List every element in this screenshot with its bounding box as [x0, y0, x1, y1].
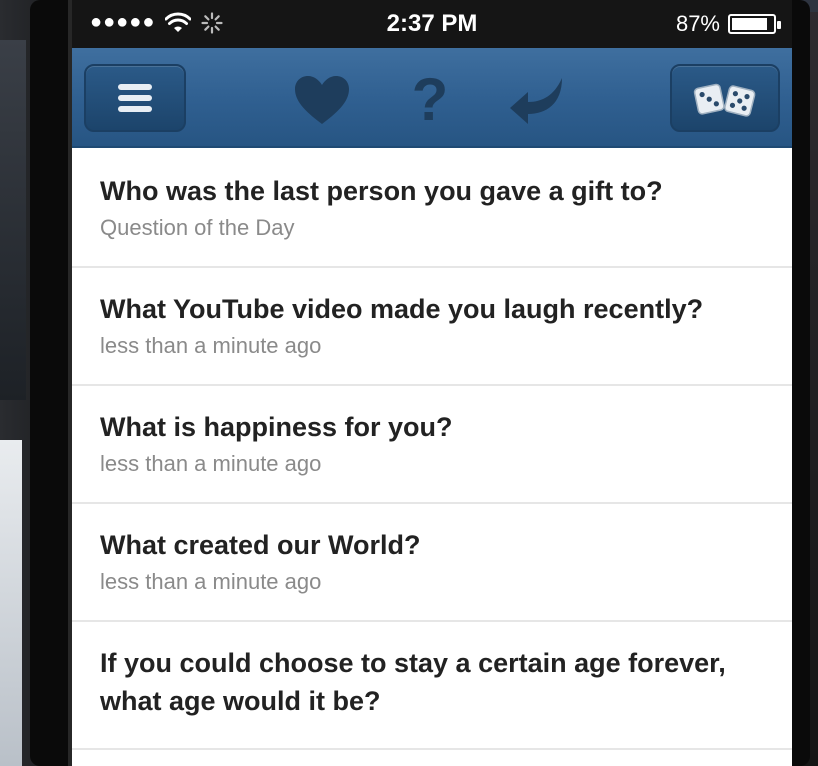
list-item[interactable]: If you could choose to stay a certain ag… — [72, 622, 792, 750]
background-left — [0, 40, 26, 400]
random-question-button[interactable] — [670, 64, 780, 132]
question-text: Who was the last person you gave a gift … — [100, 176, 663, 206]
list-item[interactable]: What YouTube video made you laugh recent… — [72, 268, 792, 386]
question-list: Who was the last person you gave a gift … — [72, 150, 792, 750]
list-item[interactable]: What created our World? less than a minu… — [72, 504, 792, 622]
question-meta: less than a minute ago — [100, 451, 322, 476]
question-meta: less than a minute ago — [100, 333, 322, 358]
list-item[interactable]: What is happiness for you? less than a m… — [72, 386, 792, 504]
question-text: What is happiness for you? — [100, 412, 453, 442]
battery-fill — [732, 18, 767, 30]
heart-icon[interactable] — [292, 72, 352, 128]
nav-bar: ? — [72, 48, 792, 148]
background-left-lower — [0, 440, 22, 766]
question-text: What created our World? — [100, 530, 421, 560]
question-text: What YouTube video made you laugh recent… — [100, 294, 704, 324]
question-text: If you could choose to stay a certain ag… — [100, 648, 726, 716]
question-meta: Question of the Day — [100, 215, 295, 240]
list-item[interactable]: Who was the last person you gave a gift … — [72, 150, 792, 268]
question-icon[interactable]: ? — [400, 70, 460, 130]
back-arrow-icon[interactable] — [508, 72, 568, 128]
dice-icon — [693, 83, 756, 117]
battery-nub — [777, 21, 781, 29]
app-screen: ●●●●● 2:37 PM 87% ? Who was the last per… — [72, 0, 792, 766]
battery-percent: 87% — [675, 11, 720, 36]
question-meta: less than a minute ago — [100, 569, 322, 594]
battery-icon — [728, 14, 781, 34]
menu-button[interactable] — [84, 64, 186, 132]
menu-icon — [118, 84, 152, 112]
status-right: 87% — [675, 11, 781, 37]
status-bar: ●●●●● 2:37 PM 87% — [72, 0, 792, 48]
